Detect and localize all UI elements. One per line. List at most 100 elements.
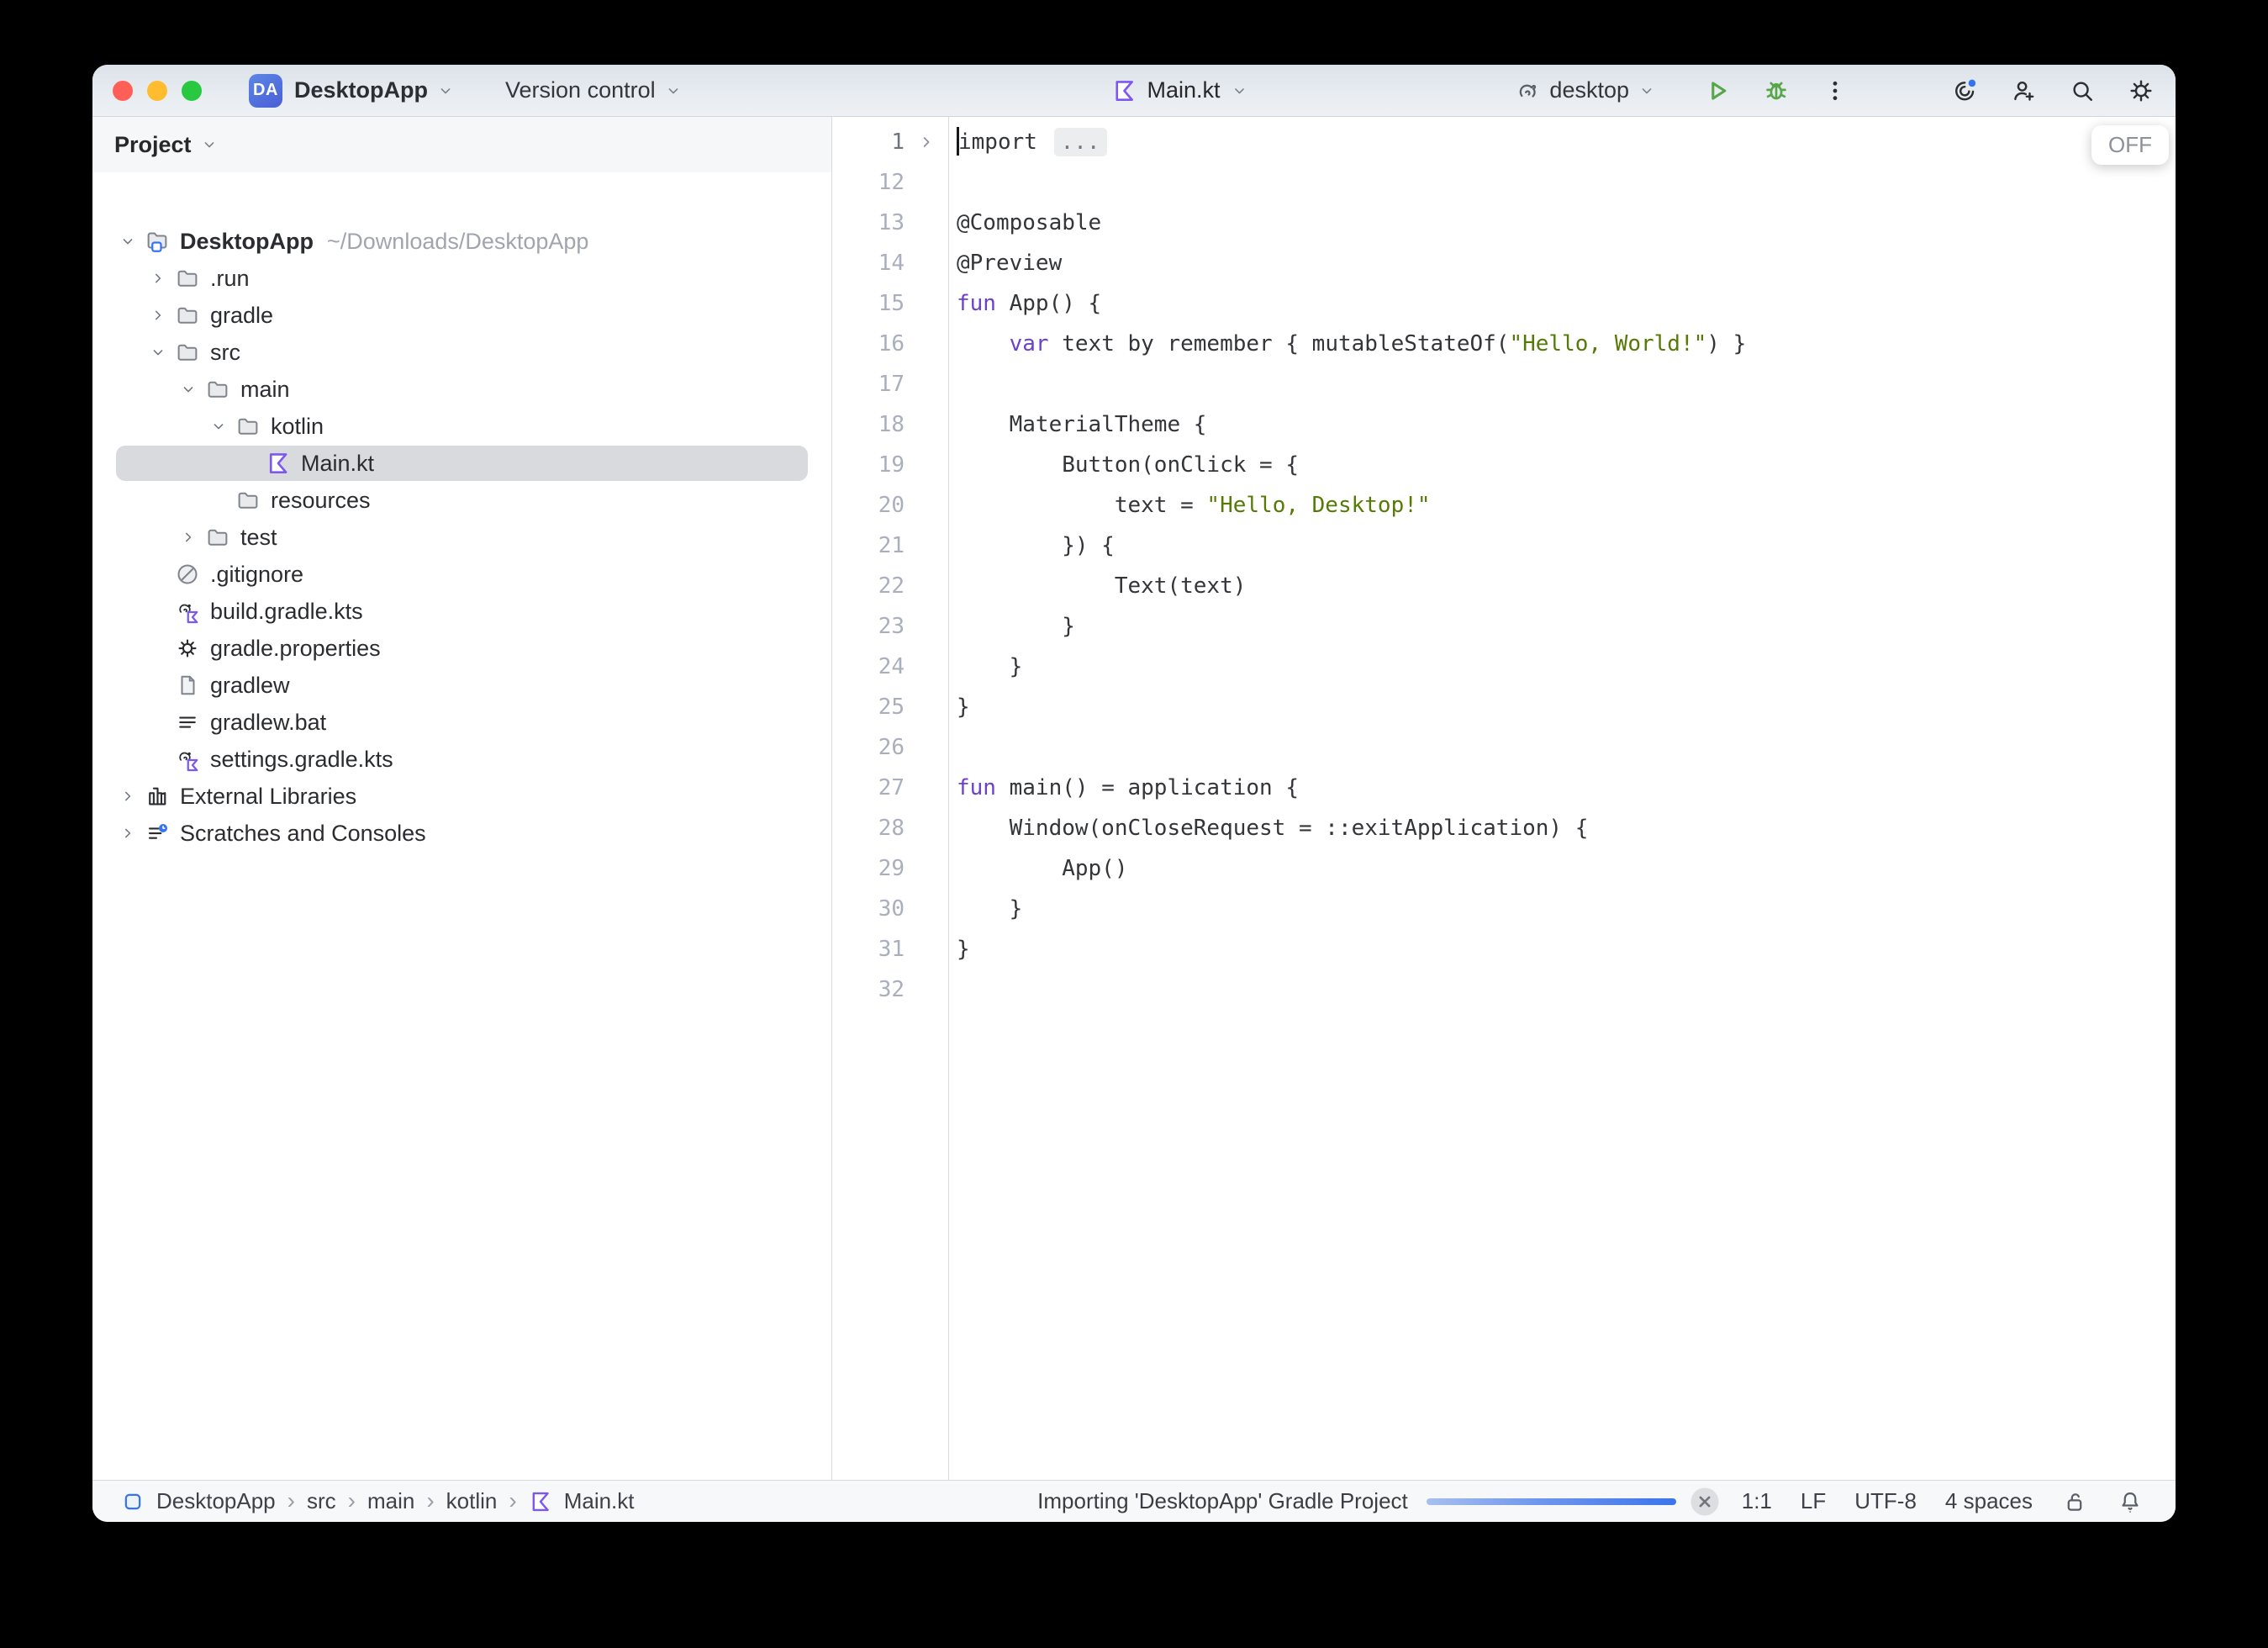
code-token: MaterialTheme { [957, 412, 1206, 437]
line-number: 13 [832, 203, 905, 243]
gutter-line: 17 [832, 364, 948, 404]
tree-item-label: build.gradle.kts [210, 599, 363, 625]
tree-row-main[interactable]: main [92, 371, 831, 408]
gutter-line: 23 [832, 606, 948, 647]
run-button[interactable] [1703, 77, 1732, 105]
close-window-button[interactable] [113, 81, 133, 101]
line-number: 14 [832, 243, 905, 283]
gutter-line: 1 [832, 122, 948, 162]
fold-spacer [905, 283, 948, 324]
tree-row-src[interactable]: src [92, 334, 831, 371]
tree-row-build-gradle-kts[interactable]: build.gradle.kts [92, 593, 831, 630]
fold-region-icon[interactable] [905, 122, 948, 162]
folder-icon [234, 488, 262, 513]
file-icon [173, 673, 202, 698]
breadcrumb-item-desktopapp[interactable]: DesktopApp [156, 1488, 276, 1514]
breadcrumb-item-src[interactable]: src [307, 1488, 336, 1514]
code-line-23: } [957, 606, 2176, 647]
vcs-menu-button[interactable]: Version control [505, 77, 683, 103]
scratches-icon [143, 821, 171, 846]
breadcrumb-separator: › [509, 1487, 516, 1514]
project-panel-title: Project [114, 132, 192, 158]
tree-row-desktopapp[interactable]: DesktopApp~/Downloads/DesktopApp [92, 223, 831, 260]
unlock-icon[interactable] [2061, 1488, 2088, 1515]
text-file-icon [173, 710, 202, 735]
gutter-line: 24 [832, 647, 948, 687]
code-token: App() [957, 856, 1128, 881]
breadcrumb-item-kotlin[interactable]: kotlin [446, 1488, 498, 1514]
chevron-down-icon[interactable] [143, 343, 173, 362]
cancel-task-button[interactable] [1690, 1487, 1720, 1517]
debug-button[interactable] [1762, 77, 1791, 105]
tree-row-kotlin[interactable]: kotlin [92, 408, 831, 445]
code-with-me-button[interactable] [2009, 77, 2038, 105]
indent-widget[interactable]: 4 spaces [1945, 1488, 2033, 1514]
tree-row-gradle-properties[interactable]: gradle.properties [92, 630, 831, 667]
ai-completion-toggle[interactable]: OFF [2091, 125, 2169, 165]
vcs-label: Version control [505, 77, 656, 103]
tree-row-external-libraries[interactable]: External Libraries [92, 778, 831, 815]
search-everywhere-button[interactable] [2068, 77, 2097, 105]
line-number: 12 [832, 162, 905, 203]
more-actions-button[interactable] [1821, 77, 1849, 105]
gutter-line: 25 [832, 687, 948, 727]
tree-row-test[interactable]: test [92, 519, 831, 556]
code-token: App() { [996, 291, 1101, 316]
chevron-right-icon[interactable] [113, 787, 143, 806]
chevron-right-icon[interactable] [113, 824, 143, 842]
project-avatar[interactable]: DA [249, 74, 282, 108]
tree-row-main-kt[interactable]: Main.kt [92, 445, 831, 482]
tree-row-scratches-and-consoles[interactable]: Scratches and Consoles [92, 815, 831, 852]
gutter-line: 14 [832, 243, 948, 283]
gutter-line: 21 [832, 526, 948, 566]
tree-item-label: resources [271, 488, 371, 514]
settings-button[interactable] [2127, 77, 2155, 105]
open-file-switcher[interactable]: Main.kt [1111, 77, 1248, 103]
code-line-1: import ... [957, 122, 2176, 162]
line-number: 31 [832, 929, 905, 969]
chevron-right-icon[interactable] [143, 269, 173, 288]
folder-icon [203, 525, 232, 550]
code-token: ) } [1706, 331, 1746, 357]
tree-row--run[interactable]: .run [92, 260, 831, 297]
chevron-down-icon[interactable] [113, 232, 143, 251]
fold-spacer [905, 929, 948, 969]
ai-assistant-button[interactable] [1950, 77, 1979, 105]
notifications-icon[interactable] [2117, 1488, 2144, 1515]
status-bar-widgets: 1:1 LF UTF-8 4 spaces [1742, 1488, 2144, 1515]
project-panel-header[interactable]: Project [92, 117, 831, 172]
text-caret [957, 127, 959, 156]
editor-gutter: 1121314151617181920212223242526272829303… [832, 117, 948, 1480]
tree-row-gradle[interactable]: gradle [92, 297, 831, 334]
gutter-line: 16 [832, 324, 948, 364]
project-tool-window: Project DesktopApp~/Downloads/DesktopApp… [92, 117, 832, 1480]
run-configuration-name: desktop [1549, 77, 1629, 103]
code-token: } [957, 937, 970, 962]
chevron-down-icon[interactable] [203, 417, 234, 436]
tree-row-gradlew-bat[interactable]: gradlew.bat [92, 704, 831, 741]
chevron-right-icon[interactable] [143, 306, 173, 325]
run-configuration-selector[interactable]: desktop [1514, 77, 1656, 104]
background-task: Importing 'DesktopApp' Gradle Project [1037, 1487, 1720, 1517]
folder-icon [173, 340, 202, 365]
breadcrumb-item-main-kt[interactable]: Main.kt [564, 1488, 635, 1514]
line-number: 27 [832, 768, 905, 808]
project-menu-button[interactable]: DesktopApp [282, 77, 455, 103]
zoom-window-button[interactable] [182, 81, 202, 101]
minimize-window-button[interactable] [147, 81, 167, 101]
caret-position-widget[interactable]: 1:1 [1742, 1488, 1772, 1514]
tree-row-settings-gradle-kts[interactable]: settings.gradle.kts [92, 741, 831, 778]
breadcrumb-item-main[interactable]: main [367, 1488, 414, 1514]
chevron-down-icon[interactable] [173, 380, 203, 399]
code-editor[interactable]: 1121314151617181920212223242526272829303… [832, 117, 2176, 1480]
chevron-right-icon[interactable] [173, 528, 203, 547]
tree-row-gradlew[interactable]: gradlew [92, 667, 831, 704]
folded-imports-placeholder[interactable]: ... [1054, 128, 1107, 156]
line-ending-widget[interactable]: LF [1801, 1488, 1826, 1514]
tree-row--gitignore[interactable]: .gitignore [92, 556, 831, 593]
breadcrumb-separator: › [287, 1487, 295, 1514]
tree-row-resources[interactable]: resources [92, 482, 831, 519]
line-number: 22 [832, 566, 905, 606]
encoding-widget[interactable]: UTF-8 [1854, 1488, 1917, 1514]
tree-item-label: settings.gradle.kts [210, 747, 393, 773]
